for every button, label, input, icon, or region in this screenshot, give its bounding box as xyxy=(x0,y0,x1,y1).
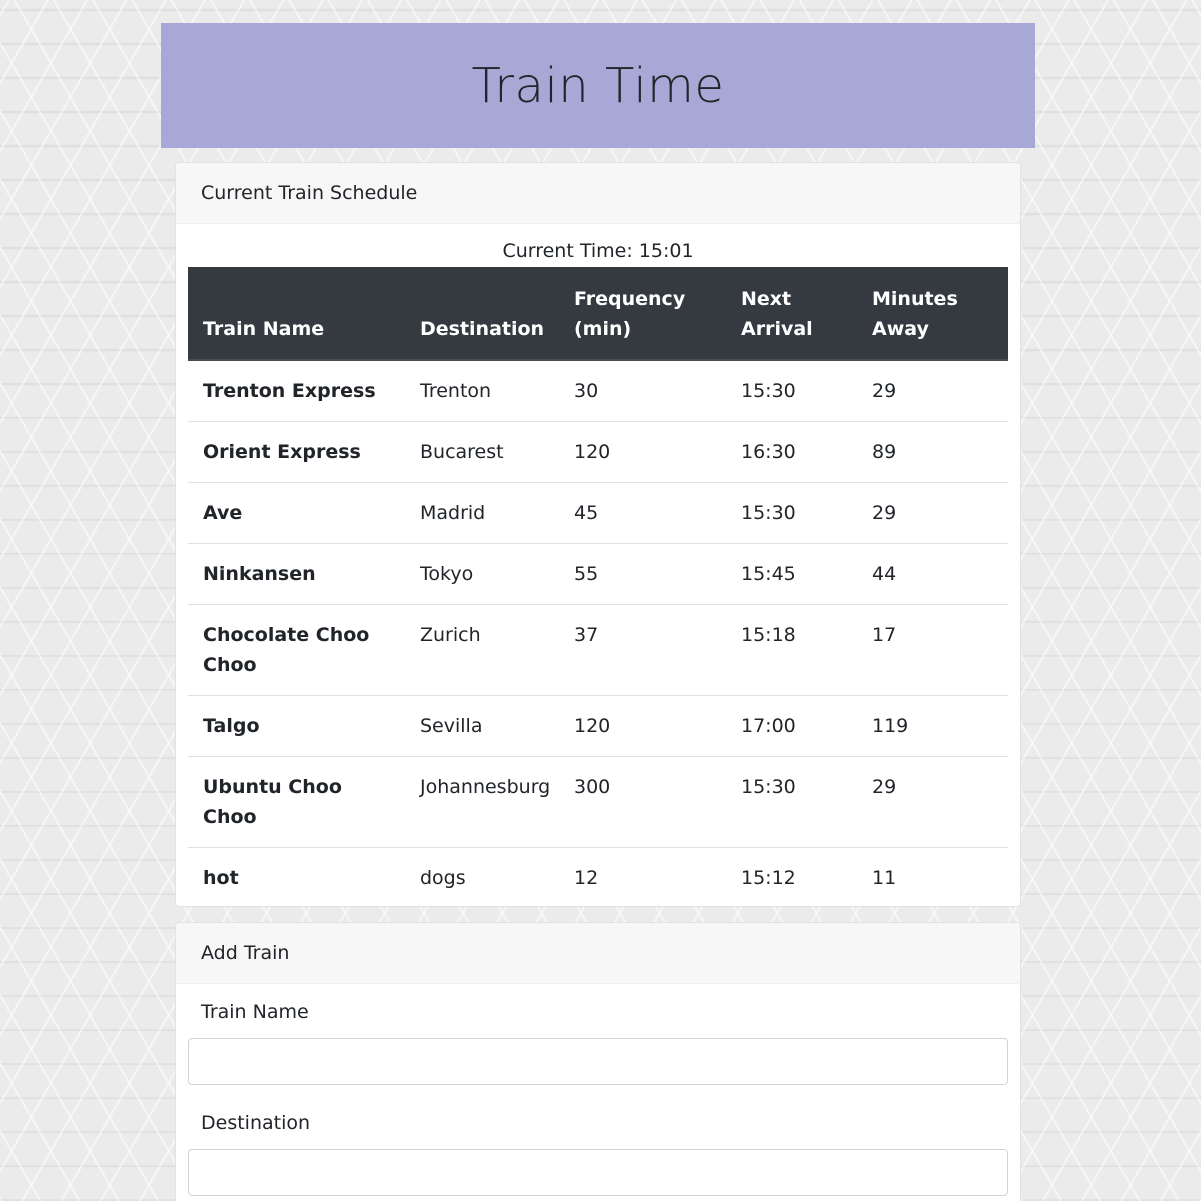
column-header-destination: Destination xyxy=(405,267,559,361)
cell-minutes-away: 89 xyxy=(857,421,1008,483)
cell-frequency: 45 xyxy=(559,482,726,544)
cell-minutes-away: 29 xyxy=(857,482,1008,544)
cell-next-arrival: 17:00 xyxy=(726,695,857,757)
cell-next-arrival: 16:30 xyxy=(726,421,857,483)
train-name-group: Train Name xyxy=(188,984,1008,1085)
destination-input[interactable] xyxy=(188,1149,1008,1196)
table-header-row: Train Name Destination Frequency (min) N… xyxy=(188,267,1008,361)
schedule-card-header: Current Train Schedule xyxy=(176,163,1020,224)
page-title: Train Time xyxy=(471,57,725,114)
column-header-next-arrival: Next Arrival xyxy=(726,267,857,361)
page-header: Train Time xyxy=(161,23,1035,148)
cell-next-arrival: 15:30 xyxy=(726,482,857,544)
table-row: Ninkansen Tokyo 55 15:45 44 xyxy=(188,543,1008,605)
cell-train-name: Orient Express xyxy=(188,421,405,483)
cell-frequency: 55 xyxy=(559,543,726,605)
destination-group: Destination xyxy=(188,1095,1008,1196)
add-train-card-header: Add Train xyxy=(176,923,1020,984)
cell-train-name: Talgo xyxy=(188,695,405,757)
cell-frequency: 120 xyxy=(559,695,726,757)
cell-train-name: Ave xyxy=(188,482,405,544)
cell-train-name: Ubuntu Choo Choo xyxy=(188,756,405,848)
cell-next-arrival: 15:18 xyxy=(726,604,857,696)
column-header-frequency: Frequency (min) xyxy=(559,267,726,361)
table-row: Trenton Express Trenton 30 15:30 29 xyxy=(188,360,1008,422)
add-train-card: Add Train Train Name Destination xyxy=(175,922,1021,1201)
cell-destination: Tokyo xyxy=(405,543,559,605)
cell-frequency: 37 xyxy=(559,604,726,696)
cell-train-name: hot xyxy=(188,847,405,908)
train-name-label: Train Name xyxy=(201,1001,309,1023)
cell-next-arrival: 15:30 xyxy=(726,756,857,848)
cell-minutes-away: 17 xyxy=(857,604,1008,696)
cell-next-arrival: 15:12 xyxy=(726,847,857,908)
cell-minutes-away: 29 xyxy=(857,756,1008,848)
table-row: Chocolate Choo Choo Zurich 37 15:18 17 xyxy=(188,604,1008,696)
schedule-card: Current Train Schedule Current Time: 15:… xyxy=(175,162,1021,908)
column-header-train-name: Train Name xyxy=(188,267,405,361)
table-row: Ubuntu Choo Choo Johannesburg 300 15:30 … xyxy=(188,756,1008,848)
cell-frequency: 12 xyxy=(559,847,726,908)
cell-destination: Madrid xyxy=(405,482,559,544)
table-row: Talgo Sevilla 120 17:00 119 xyxy=(188,695,1008,757)
cell-minutes-away: 44 xyxy=(857,543,1008,605)
cell-minutes-away: 119 xyxy=(857,695,1008,757)
table-row: Orient Express Bucarest 120 16:30 89 xyxy=(188,421,1008,483)
cell-frequency: 300 xyxy=(559,756,726,848)
add-train-form: Train Name Destination xyxy=(176,984,1020,1196)
cell-next-arrival: 15:30 xyxy=(741,380,796,402)
table-row: Ave Madrid 45 15:30 29 xyxy=(188,482,1008,544)
schedule-table: Train Name Destination Frequency (min) N… xyxy=(188,267,1008,908)
cell-minutes-away: 29 xyxy=(872,380,897,402)
column-header-minutes-away: Minutes Away xyxy=(857,267,1008,361)
cell-train-name: Trenton Express xyxy=(203,380,376,402)
train-name-input[interactable] xyxy=(188,1038,1008,1085)
current-time: Current Time: 15:01 xyxy=(502,240,694,262)
cell-destination: Trenton xyxy=(420,380,492,402)
cell-destination: Bucarest xyxy=(405,421,559,483)
cell-train-name: Ninkansen xyxy=(188,543,405,605)
cell-train-name: Chocolate Choo Choo xyxy=(188,604,405,696)
cell-frequency: 120 xyxy=(559,421,726,483)
destination-label: Destination xyxy=(201,1112,311,1134)
cell-destination: Sevilla xyxy=(405,695,559,757)
table-row: hot dogs 12 15:12 11 xyxy=(188,847,1008,908)
schedule-table-head: Train Name Destination Frequency (min) N… xyxy=(188,267,1008,361)
cell-minutes-away: 11 xyxy=(857,847,1008,908)
schedule-card-body: Current Time: 15:01 Train Name Destinati… xyxy=(176,224,1020,908)
cell-destination: dogs xyxy=(405,847,559,908)
cell-destination: Johannesburg xyxy=(405,756,559,848)
schedule-table-body: Trenton Express Trenton 30 15:30 29 Orie… xyxy=(188,360,1008,908)
cell-next-arrival: 15:45 xyxy=(726,543,857,605)
cell-destination: Zurich xyxy=(405,604,559,696)
cell-frequency: 30 xyxy=(574,380,599,402)
